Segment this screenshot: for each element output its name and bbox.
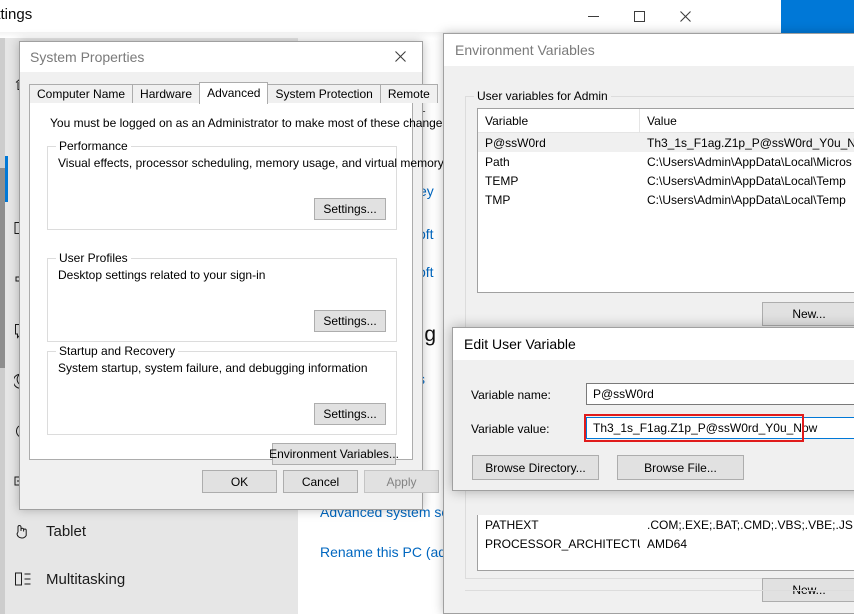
sidebar-item-tablet[interactable]: Tablet [0,508,298,554]
tab-system-protection[interactable]: System Protection [267,84,381,103]
environment-variables-button[interactable]: Environment Variables... [269,443,399,465]
sidebar-item-label: Tablet [46,522,87,540]
environment-variables-titlebar: Environment Variables [444,34,854,66]
table-row[interactable]: TMP C:\Users\Admin\AppData\Local\Temp [478,190,854,209]
cell-variable: PATHEXT [485,517,539,532]
sidebar-item-projecting[interactable]: Projecting to this PC [0,601,298,614]
maximize-button[interactable] [616,0,662,32]
performance-description: Visual effects, processor scheduling, me… [58,156,444,170]
user-variables-group-title: User variables for Admin [474,89,611,103]
cell-variable: PROCESSOR_ARCHITECTURE [485,536,640,551]
user-profiles-group: User Profiles Desktop settings related t… [47,251,397,342]
variable-value-input[interactable] [586,417,854,439]
cell-value: C:\Users\Admin\AppData\Local\Micros [647,154,852,169]
cell-value: C:\Users\Admin\AppData\Local\Temp [647,192,846,207]
multitasking-icon [0,570,46,588]
sidebar-selection-indicator [5,156,8,202]
user-variables-table-header: Variable Value [478,109,854,133]
table-row[interactable]: TEMP C:\Users\Admin\AppData\Local\Temp [478,171,854,190]
cell-variable: P@ssW0rd [485,135,546,150]
table-row[interactable]: PATHEXT .COM;.EXE;.BAT;.CMD;.VBS;.VBE;.J… [478,515,854,534]
user-variables-table[interactable]: Variable Value P@ssW0rd Th3_1s_F1ag.Z1p_… [477,108,854,293]
table-row[interactable]: PROCESSOR_ARCHITECTURE AMD64 [478,534,854,553]
minimize-icon [587,15,599,17]
cell-value: C:\Users\Admin\AppData\Local\Temp [647,173,846,188]
administrator-note: You must be logged on as an Administrato… [50,116,452,130]
browse-directory-button[interactable]: Browse Directory... [472,455,599,480]
dialog-divider [465,590,854,591]
system-properties-title: System Properties [30,49,145,65]
window-controls [570,0,708,32]
startup-recovery-settings-button[interactable]: Settings... [314,403,386,425]
close-icon [394,51,406,62]
minimize-button[interactable] [570,0,616,32]
cell-value: AMD64 [647,536,688,551]
variable-name-input[interactable] [586,383,854,405]
sidebar-item-multitasking[interactable]: Multitasking [0,556,298,602]
cell-variable: TEMP [485,173,519,188]
edit-user-variable-title: Edit User Variable [464,336,576,352]
tab-hardware[interactable]: Hardware [132,84,201,103]
user-profiles-description: Desktop settings related to your sign-in [58,268,266,282]
system-properties-close-button[interactable] [378,42,422,71]
desktop-accent-block [781,0,854,37]
cell-value: .COM;.EXE;.BAT;.CMD;.VBS;.VBE;.JS;.JSE;. [647,517,854,532]
settings-window-title: ettings [0,6,33,23]
sidebar-item-label: Multitasking [46,570,126,588]
table-row[interactable]: P@ssW0rd Th3_1s_F1ag.Z1p_P@ssW0rd_Y0u_No… [478,133,854,152]
system-properties-titlebar: System Properties [20,42,422,72]
screen-root: ettings [0,0,854,614]
cell-variable: Path [485,154,510,169]
close-icon [679,10,691,22]
startup-recovery-group-title: Startup and Recovery [56,344,179,358]
performance-settings-button[interactable]: Settings... [314,198,386,220]
cell-variable: TMP [485,192,511,207]
system-properties-body: Computer Name Hardware Advanced System P… [20,72,452,509]
environment-variables-title: Environment Variables [455,42,595,58]
browse-file-button[interactable]: Browse File... [617,455,744,480]
tab-computer-name[interactable]: Computer Name [29,84,134,103]
column-header-value[interactable]: Value [640,109,854,132]
cancel-button[interactable]: Cancel [283,470,358,493]
cell-value: Th3_1s_F1ag.Z1p_P@ssW0rd_Y0u_Now [647,135,854,150]
maximize-icon [633,10,645,22]
tablet-icon [0,522,46,540]
system-properties-tabs: Computer Name Hardware Advanced System P… [29,82,438,104]
settings-titlebar: ettings [0,0,781,32]
content-link-rename-pc[interactable]: Rename this PC (ad [320,544,446,560]
user-profiles-group-title: User Profiles [56,251,131,265]
tab-advanced[interactable]: Advanced [199,82,269,104]
system-properties-dialog: System Properties Computer Name Hardware… [19,41,452,510]
close-button[interactable] [662,0,708,32]
system-variables-table[interactable]: PATHEXT .COM;.EXE;.BAT;.CMD;.VBS;.VBE;.J… [477,515,854,571]
apply-button: Apply [364,470,439,493]
edit-user-variable-dialog: Edit User Variable Variable name: Variab… [452,327,854,491]
table-row[interactable]: Path C:\Users\Admin\AppData\Local\Micros [478,152,854,171]
startup-recovery-description: System startup, system failure, and debu… [58,361,368,375]
performance-group-title: Performance [56,139,131,153]
variable-name-label: Variable name: [471,388,551,402]
performance-group: Performance Visual effects, processor sc… [47,139,444,230]
user-variables-group: User variables for Admin Variable Value … [465,89,854,350]
environment-variables-dialog: Environment Variables User variables for… [443,33,854,614]
ok-button[interactable]: OK [202,470,277,493]
user-variables-new-button[interactable]: New... [762,302,854,326]
tab-remote[interactable]: Remote [379,84,438,103]
user-profiles-settings-button[interactable]: Settings... [314,310,386,332]
variable-value-label: Variable value: [471,422,550,436]
edit-user-variable-titlebar: Edit User Variable [453,328,854,360]
column-header-variable[interactable]: Variable [478,109,640,132]
advanced-tab-panel: You must be logged on as an Administrato… [29,102,452,465]
startup-recovery-group: Startup and Recovery System startup, sys… [47,344,397,435]
